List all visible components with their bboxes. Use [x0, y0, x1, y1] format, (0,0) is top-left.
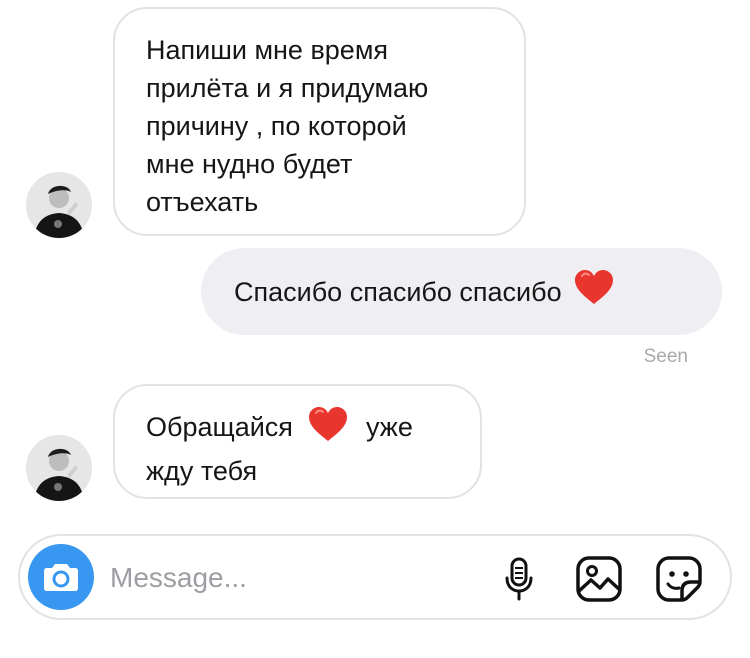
message-text: уже	[365, 412, 413, 443]
message-text-line: мне нудно будет	[146, 149, 353, 179]
microphone-icon	[505, 557, 533, 601]
message-text-line: Напиши мне время	[146, 35, 389, 65]
message-text: Обращайся	[146, 412, 293, 443]
message-text-line: жду тебя	[146, 456, 258, 486]
gallery-icon	[576, 556, 622, 602]
sticker-icon	[656, 556, 702, 602]
message-text-line: причину , по которой	[146, 111, 407, 141]
message-text-line: Обращайся уже	[146, 406, 460, 452]
message-text: Спасибо спасибо спасибо	[234, 276, 562, 307]
incoming-message-bubble[interactable]: Напиши мне время прилёта и я придумаю пр…	[113, 7, 526, 236]
heart-emoji-icon	[574, 269, 614, 315]
voice-message-button[interactable]	[494, 554, 544, 604]
seen-indicator: Seen	[643, 346, 688, 367]
camera-icon	[44, 564, 78, 591]
message-text-line: прилёта и я придумаю	[146, 73, 429, 103]
message-composer	[18, 534, 732, 620]
outgoing-message-bubble[interactable]: Спасибо спасибо спасибо	[201, 248, 722, 335]
avatar-photo	[26, 172, 92, 238]
message-text-line: отъехать	[146, 187, 259, 217]
camera-button[interactable]	[28, 544, 94, 610]
avatar-photo	[26, 435, 92, 501]
sender-avatar[interactable]	[26, 435, 92, 501]
gallery-button[interactable]	[574, 554, 624, 604]
sender-avatar[interactable]	[26, 172, 92, 238]
heart-emoji-icon	[308, 406, 348, 452]
message-input[interactable]	[110, 558, 430, 598]
sticker-button[interactable]	[654, 554, 704, 604]
incoming-message-bubble[interactable]: Обращайся уже жду тебя	[113, 384, 482, 499]
